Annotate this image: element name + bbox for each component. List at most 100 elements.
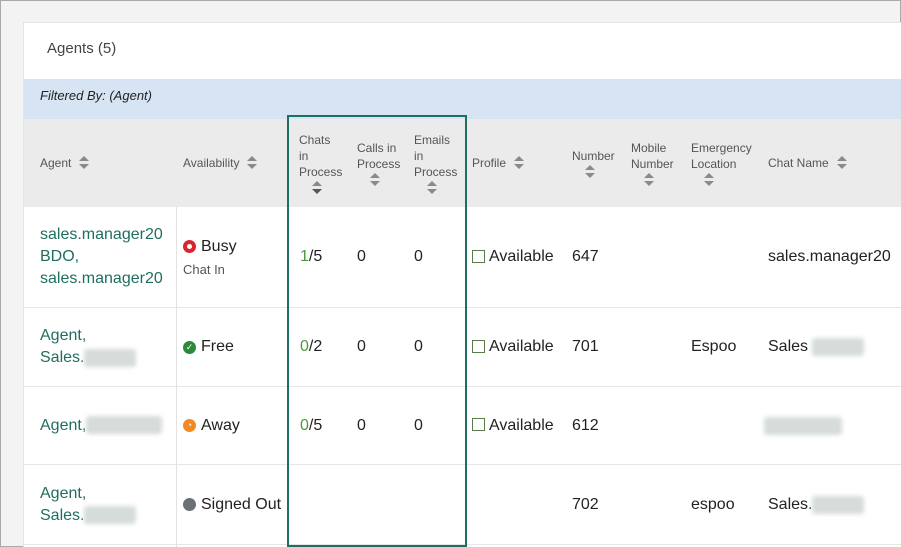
calls-in-process-cell: 0 — [357, 308, 366, 386]
header-emergency-line1: Emergency — [691, 140, 752, 155]
sort-icon[interactable] — [513, 156, 525, 170]
chats-active-count: 0 — [300, 338, 309, 355]
emails-in-process-cell: 0 — [414, 207, 423, 307]
header-chats-line2: in — [299, 148, 309, 163]
busy-status-icon — [183, 240, 196, 253]
emergency-location-value: espoo — [691, 495, 735, 513]
header-mobile-line2: Number — [631, 156, 674, 171]
header-calls-line2: Process — [357, 156, 401, 171]
chats-in-process-cell: 1/5 — [300, 207, 322, 307]
sort-icon[interactable] — [836, 156, 848, 170]
chat-name-value: Sales — [768, 338, 809, 355]
sort-icon[interactable] — [643, 172, 655, 187]
header-emergency-line2: Location — [691, 156, 737, 171]
header-emails-in-process[interactable]: Emails in Process — [414, 119, 457, 207]
header-availability[interactable]: Availability — [183, 119, 258, 207]
agent-name-line: BDO, — [40, 248, 80, 265]
filter-text: Filtered By: (Agent) — [40, 88, 152, 103]
number-cell: 647 — [572, 207, 599, 307]
table-header: Agent Availability Chats in Process Call… — [24, 119, 901, 207]
sort-icon[interactable] — [246, 156, 258, 170]
chat-name-cell: Sales. — [768, 465, 865, 544]
emails-count: 0 — [414, 338, 423, 355]
chats-max-count: /5 — [308, 416, 323, 434]
table-row[interactable]: sales.manager20 BDO, sales.manager20 Bus… — [24, 207, 901, 308]
number-value: 702 — [572, 495, 599, 513]
chats-max-count: /2 — [308, 338, 323, 355]
agent-link[interactable]: Agent, Sales. — [40, 325, 137, 369]
agents-panel: Agents (5) Filtered By: (Agent) Agent Av… — [23, 22, 901, 547]
chats-active-count: 1 — [300, 248, 309, 265]
offline-status-icon — [183, 498, 196, 511]
chats-in-process-cell: 0/5 — [300, 387, 322, 464]
agent-cell[interactable]: sales.manager20 BDO, sales.manager20 — [40, 207, 176, 307]
emails-count: 0 — [414, 248, 423, 265]
number-cell: 702 — [572, 465, 599, 544]
status-label: Free — [201, 338, 234, 355]
agent-cell[interactable]: Agent, Sales. — [40, 308, 176, 386]
agent-name-line: Sales. — [40, 349, 85, 366]
calls-in-process-cell: 0 — [357, 207, 366, 307]
chats-max-count: /5 — [308, 248, 323, 265]
table-row[interactable]: Agent, Sales. ✓ Free 0/2 0 0 Available 7… — [24, 308, 901, 387]
chat-name-cell: sales.manager20 — [768, 207, 891, 307]
profile-label: Available — [489, 416, 554, 434]
redacted-text — [86, 416, 163, 435]
redacted-text — [764, 416, 842, 435]
header-calls-in-process[interactable]: Calls in Process — [357, 119, 400, 207]
agent-name-line: Sales. — [40, 506, 85, 524]
table-row[interactable]: Agent, ◔ Away 0/5 0 0 Available 612 — [24, 387, 901, 465]
agent-name-line: sales.manager20 — [40, 226, 163, 243]
filter-bar: Filtered By: (Agent) — [24, 79, 901, 119]
header-calls-line1: Calls in — [357, 140, 397, 155]
agent-link[interactable]: Agent, Sales. — [40, 483, 137, 527]
sort-icon[interactable] — [426, 180, 438, 195]
sort-icon[interactable] — [369, 172, 381, 187]
table-row[interactable]: Agent, Sales. Signed Out 702 espoo Sales… — [24, 465, 901, 545]
agent-name-line: sales.manager20 — [40, 270, 163, 287]
agent-link[interactable]: sales.manager20 BDO, sales.manager20 — [40, 224, 163, 290]
header-chat-name[interactable]: Chat Name — [768, 119, 848, 207]
emergency-location-value: Espoo — [691, 338, 737, 355]
chats-active-count: 0 — [300, 416, 309, 434]
status-label: Signed Out — [201, 495, 282, 513]
agent-name-line: Agent, — [40, 416, 87, 434]
number-cell: 701 — [572, 308, 599, 386]
availability-cell: Busy Chat In — [183, 207, 237, 307]
sort-icon[interactable] — [311, 180, 323, 195]
redacted-text — [84, 348, 137, 367]
panel-title: Agents (5) — [47, 40, 117, 57]
header-mobile-line1: Mobile — [631, 140, 667, 155]
redacted-text — [812, 495, 865, 514]
header-agent[interactable]: Agent — [40, 119, 90, 207]
header-number[interactable]: Number — [572, 119, 615, 207]
number-value: 612 — [572, 416, 599, 434]
agent-cell[interactable]: Agent, — [40, 387, 176, 464]
agent-link[interactable]: Agent, — [40, 415, 163, 437]
column-divider — [176, 207, 177, 547]
chat-name-cell — [764, 387, 842, 464]
header-emails-line1: Emails — [414, 132, 451, 147]
header-chats-line3: Process — [299, 164, 343, 179]
chat-name-cell: Sales — [768, 308, 865, 386]
header-availability-label: Availability — [183, 156, 240, 170]
header-profile[interactable]: Profile — [472, 119, 525, 207]
profile-cell[interactable]: Available — [472, 387, 554, 464]
header-chats-in-process[interactable]: Chats in Process — [299, 119, 342, 207]
sort-icon[interactable] — [584, 164, 596, 179]
number-value: 647 — [572, 248, 599, 265]
header-mobile-number[interactable]: Mobile Number — [631, 119, 674, 207]
emails-in-process-cell: 0 — [414, 387, 423, 464]
chats-in-process-cell: 0/2 — [300, 308, 322, 386]
header-emergency-location[interactable]: Emergency Location — [691, 119, 752, 207]
profile-cell[interactable]: Available — [472, 308, 554, 386]
sort-icon[interactable] — [703, 172, 715, 187]
agent-cell[interactable]: Agent, Sales. — [40, 465, 176, 544]
profile-label: Available — [489, 248, 554, 265]
calls-count: 0 — [357, 416, 366, 434]
sort-icon[interactable] — [78, 156, 90, 170]
profile-cell[interactable]: Available — [472, 207, 554, 307]
number-value: 701 — [572, 338, 599, 355]
redacted-text — [84, 506, 137, 525]
header-chats-line1: Chats — [299, 132, 331, 147]
